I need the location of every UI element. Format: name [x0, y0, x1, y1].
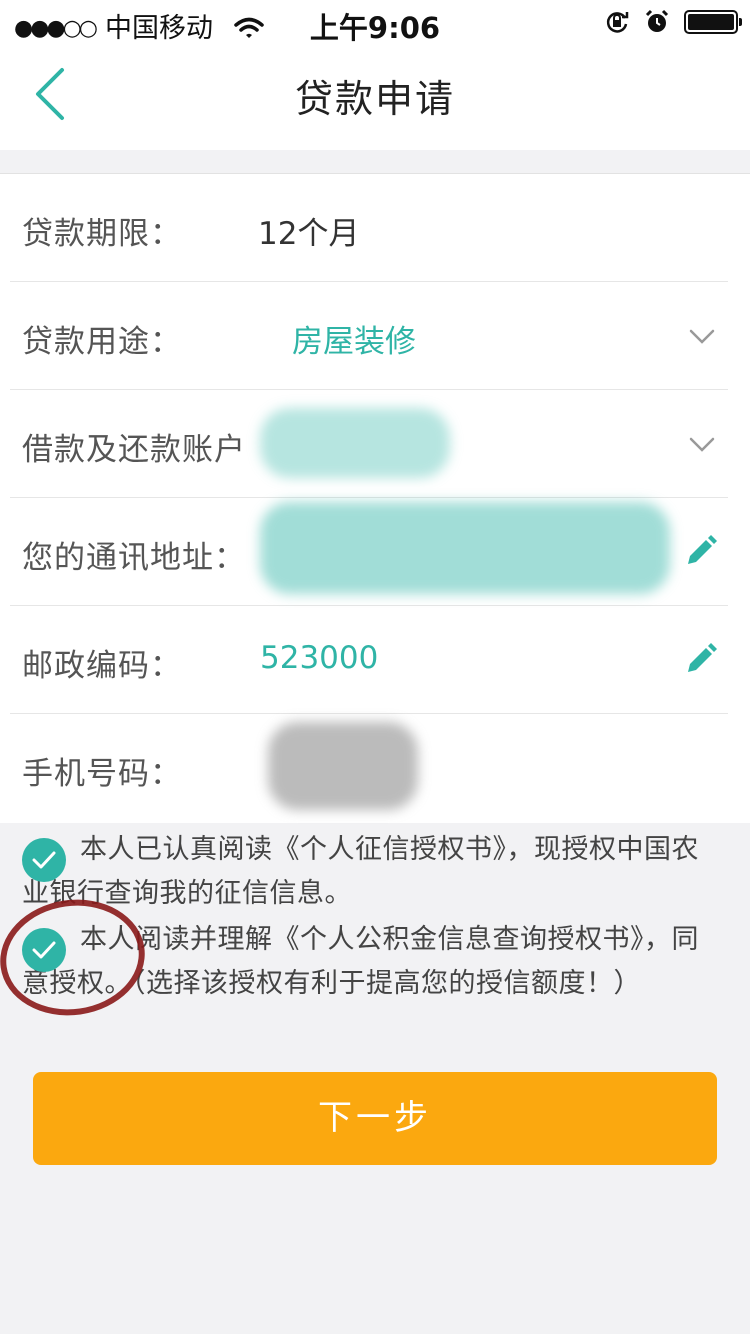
pencil-icon[interactable] — [684, 642, 718, 676]
agreement-credit-authorization: 本人已认真阅读《个人征信授权书》，现授权中国农业银行查询我的征信信息。 — [0, 828, 750, 916]
repayment-account-label: 借款及还款账户 — [22, 432, 246, 468]
navigation-bar: 贷款申请 — [0, 44, 750, 150]
phone-number-label: 手机号码： — [22, 756, 182, 792]
next-step-button[interactable]: 下一步 — [33, 1072, 717, 1165]
redacted-account — [260, 408, 450, 478]
pencil-icon[interactable] — [684, 534, 718, 568]
loan-term-value: 12个月 — [258, 216, 360, 252]
form-row-repayment-account[interactable]: 借款及还款账户 — [10, 390, 728, 498]
rotation-lock-icon — [606, 12, 629, 33]
redacted-phone — [268, 722, 418, 810]
status-icons — [604, 8, 742, 36]
agreement-checkbox[interactable] — [22, 838, 66, 882]
checkmark-icon — [32, 851, 56, 869]
alarm-icon — [645, 9, 669, 32]
postal-code-value[interactable]: 523000 — [260, 640, 378, 676]
form-row-postal-code[interactable]: 邮政编码： 523000 — [10, 606, 728, 714]
form-row-loan-term: 贷款期限： 12个月 — [10, 174, 728, 282]
page-title: 贷款申请 — [294, 77, 455, 121]
loan-purpose-label: 贷款用途： — [22, 324, 182, 360]
chevron-down-icon[interactable] — [688, 430, 716, 458]
battery-icon — [684, 10, 742, 34]
chevron-down-icon[interactable] — [688, 322, 716, 350]
loan-term-label: 贷款期限： — [22, 216, 182, 252]
mailing-address-label: 您的通讯地址： — [22, 540, 246, 576]
agreement-text: 本人已认真阅读《个人征信授权书》，现授权中国农业银行查询我的征信信息。 — [22, 834, 699, 909]
status-bar: ●●●○○ 中国移动 上午9:06 — [0, 0, 750, 45]
form-row-mailing-address[interactable]: 您的通讯地址： — [10, 498, 728, 606]
form-row-loan-purpose[interactable]: 贷款用途： 房屋装修 — [10, 282, 728, 390]
redacted-address — [260, 502, 670, 594]
form-row-phone-number: 手机号码： — [10, 714, 728, 822]
loan-purpose-value[interactable]: 房屋装修 — [292, 316, 416, 361]
postal-code-label: 邮政编码： — [22, 648, 182, 684]
loan-form: 贷款期限： 12个月 贷款用途： 房屋装修 借款及还款账户 您的通讯地址： 邮政… — [0, 173, 750, 823]
